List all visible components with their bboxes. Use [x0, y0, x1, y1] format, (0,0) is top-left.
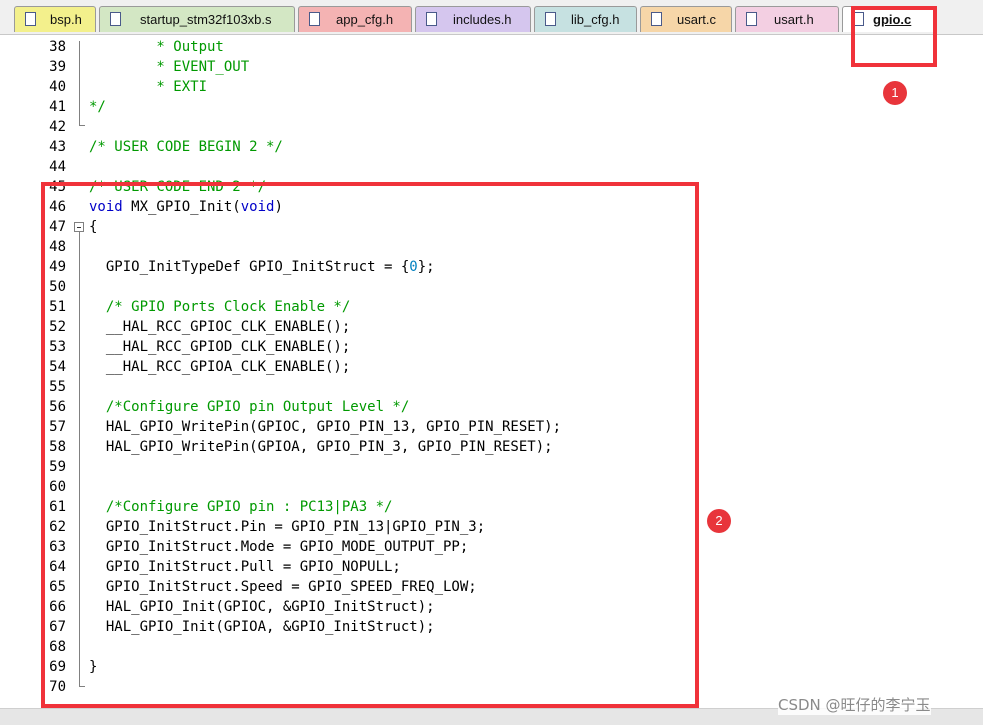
tab-app-cfg-h[interactable]: app_cfg.h [298, 6, 412, 32]
tab-label: app_cfg.h [336, 12, 394, 27]
file-icon [651, 12, 662, 26]
code-line[interactable]: 43 /* USER CODE BEGIN 2 */ [0, 137, 983, 157]
code-line[interactable]: 39 * EVENT_OUT [0, 57, 983, 77]
file-icon [426, 12, 437, 26]
file-icon [25, 12, 36, 26]
tab-bsp-h[interactable]: bsp.h [14, 6, 96, 32]
file-icon [545, 12, 556, 26]
tab-lib-cfg-h[interactable]: lib_cfg.h [534, 6, 637, 32]
code-line[interactable]: 40 * EXTI [0, 77, 983, 97]
tab-usart-c[interactable]: usart.c [640, 6, 732, 32]
line-number: 44 [49, 159, 66, 175]
tab-label: usart.c [677, 12, 717, 27]
annotation-badge-1: 1 [883, 81, 907, 105]
tab-label: lib_cfg.h [571, 12, 620, 27]
code-text: /* USER CODE BEGIN 2 */ [89, 139, 283, 155]
highlight-box-gpio-tab [851, 6, 937, 67]
code-text: * EVENT_OUT [89, 59, 250, 75]
line-number: 39 [49, 59, 66, 75]
line-number: 38 [49, 39, 66, 55]
tab-usart-h[interactable]: usart.h [735, 6, 839, 32]
code-text: * EXTI [89, 79, 208, 95]
line-number: 40 [49, 79, 66, 95]
code-line[interactable]: 42 [0, 117, 983, 137]
tab-label: includes.h [453, 12, 512, 27]
line-number: 41 [49, 99, 66, 115]
line-number: 43 [49, 139, 66, 155]
file-icon [110, 12, 121, 26]
annotation-badge-2: 2 [707, 509, 731, 533]
code-text: * Output [89, 39, 224, 55]
tab-label: usart.h [774, 12, 814, 27]
file-icon [309, 12, 320, 26]
tab-label: startup_stm32f103xb.s [140, 12, 272, 27]
file-icon [746, 12, 757, 26]
tab-label: bsp.h [50, 12, 82, 27]
code-line[interactable]: 41 */ [0, 97, 983, 117]
code-line[interactable]: 38 * Output [0, 37, 983, 57]
line-number: 42 [49, 119, 66, 135]
code-text: */ [89, 99, 106, 115]
code-line[interactable]: 44 [0, 157, 983, 177]
watermark: CSDN @旺仔的李宁玉 [778, 694, 931, 715]
highlight-box-gpio-init [41, 182, 699, 708]
tab-startup-s[interactable]: startup_stm32f103xb.s [99, 6, 295, 32]
tab-includes-h[interactable]: includes.h [415, 6, 531, 32]
editor-tab-bar: bsp.h startup_stm32f103xb.s app_cfg.h in… [0, 0, 983, 35]
